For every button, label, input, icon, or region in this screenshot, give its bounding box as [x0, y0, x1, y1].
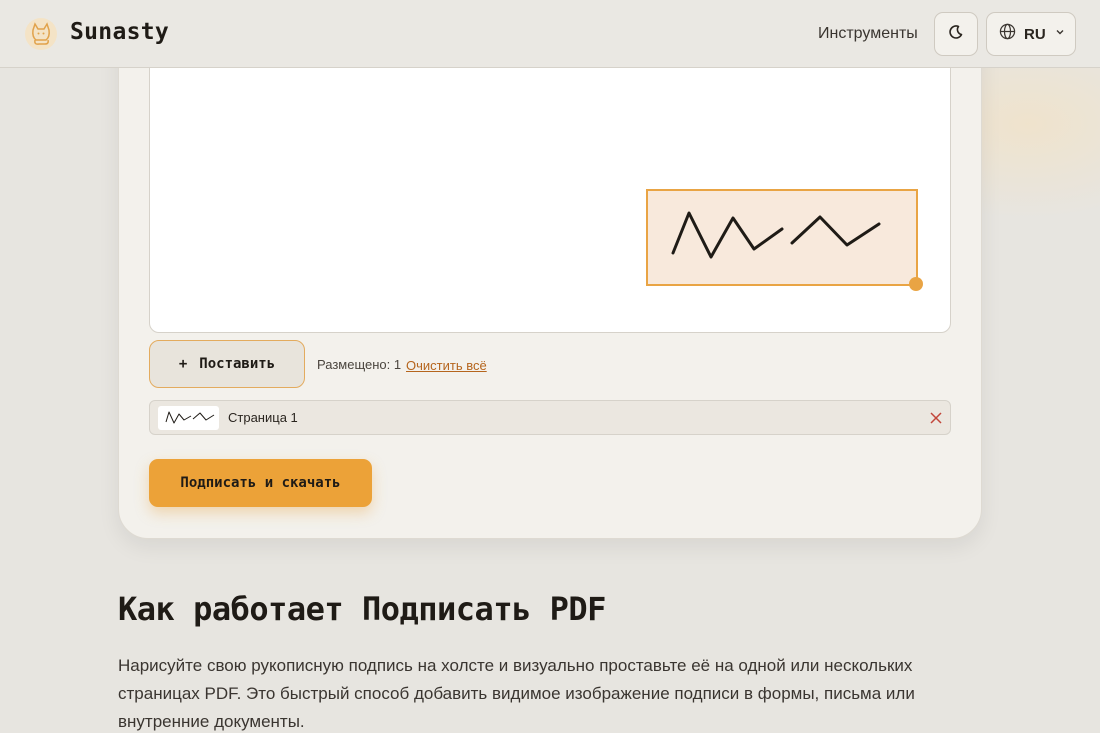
resize-handle[interactable]: [909, 277, 923, 291]
placement-page-label: Страница 1: [228, 410, 298, 425]
brand-name[interactable]: Sunasty: [70, 19, 169, 45]
placed-signature[interactable]: [646, 189, 918, 286]
signature-thumbnail: [158, 406, 219, 430]
cat-logo-icon[interactable]: [24, 17, 58, 51]
language-select[interactable]: RU: [986, 12, 1076, 56]
placed-count: Размещено: 1: [317, 357, 402, 372]
top-navbar: Sunasty Инструменты RU: [0, 0, 1100, 68]
placement-list-item: Страница 1: [149, 400, 951, 435]
section-description: Нарисуйте свою рукописную подпись на хол…: [118, 656, 915, 731]
signature-stroke: [671, 211, 881, 259]
language-label: RU: [1024, 25, 1046, 43]
pdf-page-canvas[interactable]: [149, 40, 951, 333]
moon-icon: [948, 24, 964, 45]
clear-all-link[interactable]: Очистить всё: [406, 358, 487, 373]
plus-icon: +: [178, 356, 188, 372]
chevron-down-icon: [1054, 25, 1066, 43]
nav-link-tools[interactable]: Инструменты: [818, 25, 918, 43]
globe-icon: [999, 23, 1016, 45]
section-title: Как работает Подписать PDF: [118, 590, 606, 628]
theme-toggle-button[interactable]: [934, 12, 978, 56]
place-button-label: Поставить: [199, 356, 276, 372]
place-signature-button[interactable]: + Поставить: [149, 340, 305, 388]
remove-placement-icon[interactable]: [929, 411, 943, 425]
sign-and-download-button[interactable]: Подписать и скачать: [149, 459, 372, 507]
